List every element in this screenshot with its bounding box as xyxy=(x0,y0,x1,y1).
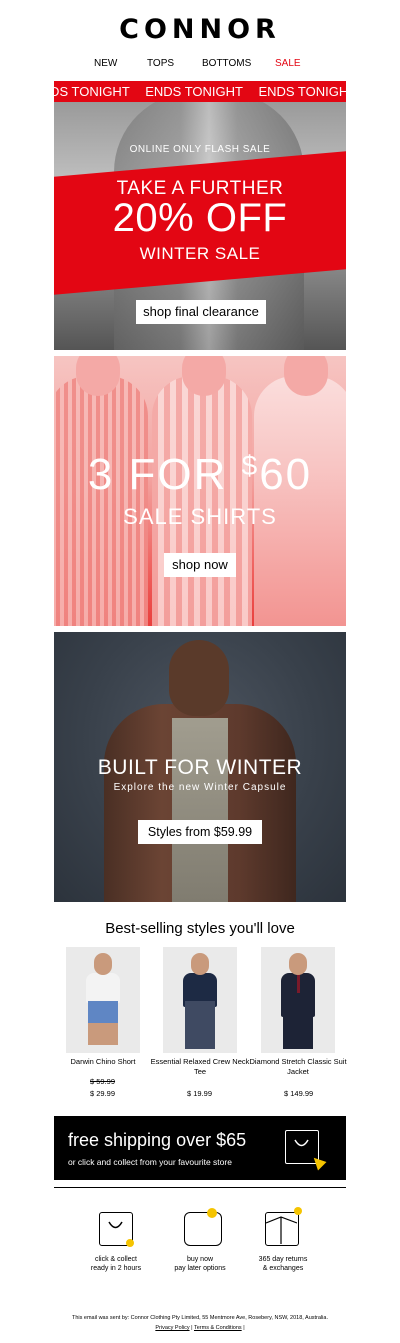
hero-winter-capsule[interactable]: BUILT FOR WINTER Explore the new Winter … xyxy=(54,632,346,902)
product-price: $ 149.99 xyxy=(284,1089,314,1098)
model-sweater xyxy=(172,718,228,902)
hero-kicker: ONLINE ONLY FLASH SALE xyxy=(129,144,271,155)
product-name[interactable]: Darwin Chino Short xyxy=(53,1057,153,1067)
product-image[interactable] xyxy=(261,947,335,1053)
headline-post: 60 xyxy=(259,450,313,499)
nav-item-bottoms[interactable]: BOTTOMS xyxy=(202,58,251,69)
divider xyxy=(54,1187,346,1188)
feature-line: pay later options xyxy=(174,1265,226,1272)
terms-link[interactable]: Terms & Conditions xyxy=(194,1325,242,1331)
coin-icon xyxy=(207,1208,217,1218)
product-image[interactable] xyxy=(163,947,237,1053)
brand-logo[interactable]: CONNOR xyxy=(0,14,400,45)
ticker-text: ENDS TONIGHT xyxy=(258,84,346,99)
feature-returns: 365 day returns & exchanges xyxy=(238,1255,328,1273)
hero-title: BUILT FOR WINTER xyxy=(97,756,303,779)
nav-item-tops[interactable]: TOPS xyxy=(147,58,174,69)
footer-separator: | xyxy=(243,1325,245,1331)
feature-line: buy now xyxy=(186,1256,214,1263)
email-page: CONNOR NEW TOPS BOTTOMS SALE ENDS TONIGH… xyxy=(0,0,400,1343)
hero-headline: 3 FOR $60 xyxy=(54,450,346,500)
nav-item-sale[interactable]: SALE xyxy=(275,58,301,69)
box-lines-icon xyxy=(265,1216,298,1244)
feature-line: click & collect xyxy=(94,1256,137,1263)
product-pants xyxy=(185,1001,215,1049)
product-trousers xyxy=(283,1001,313,1049)
footer-separator: | xyxy=(191,1325,193,1331)
nav-item-new[interactable]: NEW xyxy=(94,58,117,69)
feature-click-collect: click & collect ready in 2 hours xyxy=(71,1255,161,1273)
shipping-title: free shipping over $65 xyxy=(68,1130,247,1150)
feature-line: ready in 2 hours xyxy=(90,1265,142,1272)
product-was-price: $ 59.99 xyxy=(90,1077,116,1086)
hero-flash-sale[interactable]: ONLINE ONLY FLASH SALE TAKE A FURTHER 20… xyxy=(54,102,346,350)
model-head xyxy=(191,953,209,975)
footer-sent-by: This email was sent by: Connor Clothing … xyxy=(72,1315,328,1321)
privacy-policy-link[interactable]: Privacy Policy xyxy=(155,1325,189,1331)
product-image[interactable] xyxy=(66,947,140,1053)
shop-final-clearance-button[interactable]: shop final clearance xyxy=(136,300,266,324)
model-photo xyxy=(254,376,346,626)
ticker-banner[interactable]: ENDS TONIGHT ENDS TONIGHT ENDS TONIGHT E… xyxy=(54,81,346,102)
headline-pre: 3 FOR xyxy=(87,450,242,499)
model-head xyxy=(94,953,112,975)
feature-buy-now: buy now pay later options xyxy=(155,1255,245,1273)
click-collect-bag-icon xyxy=(99,1212,134,1247)
shipping-subtitle: or click and collect from your favourite… xyxy=(68,1157,232,1167)
ticker-text: ENDS TONIGHT xyxy=(54,84,130,99)
model-photo xyxy=(54,376,148,626)
product-price: $ 19.99 xyxy=(187,1089,213,1098)
shop-now-button[interactable]: shop now xyxy=(164,553,236,577)
free-shipping-banner[interactable]: free shipping over $65 or click and coll… xyxy=(54,1116,346,1180)
hero-sale-shirts[interactable]: 3 FOR $60 SALE SHIRTS shop now xyxy=(54,356,346,626)
feature-line: 365 day returns xyxy=(258,1256,308,1263)
returns-box-icon xyxy=(265,1207,302,1246)
hero-subtitle: Explore the new Winter Capsule xyxy=(113,782,287,793)
hero-line-2: 20% OFF xyxy=(112,196,288,240)
dollar-sign: $ xyxy=(241,450,260,481)
footer-links: Privacy Policy | Terms & Conditions | xyxy=(0,1325,400,1331)
product-name[interactable]: Essential Relaxed Crew Neck Tee xyxy=(150,1057,250,1077)
product-price: $ 29.99 xyxy=(90,1089,116,1098)
product-shirt xyxy=(86,973,120,1003)
feature-line: & exchanges xyxy=(262,1265,304,1272)
styles-from-button[interactable]: Styles from $59.99 xyxy=(138,820,262,844)
wallet-icon xyxy=(184,1208,222,1246)
return-arrow-icon xyxy=(294,1207,302,1215)
product-tie xyxy=(297,973,300,993)
model-head xyxy=(289,953,307,975)
product-name[interactable]: Diamond Stretch Classic Suit Jacket xyxy=(248,1057,348,1077)
model-head xyxy=(169,640,229,716)
cursor-dot-icon xyxy=(126,1239,134,1247)
hero-line-3: WINTER SALE xyxy=(139,244,261,263)
hero-subheadline: SALE SHIRTS xyxy=(123,504,277,529)
ticker-text: ENDS TONIGHT xyxy=(145,84,243,99)
model-photo xyxy=(152,376,252,626)
product-shorts xyxy=(88,1001,118,1045)
section-title: Best-selling styles you'll love xyxy=(105,920,295,937)
